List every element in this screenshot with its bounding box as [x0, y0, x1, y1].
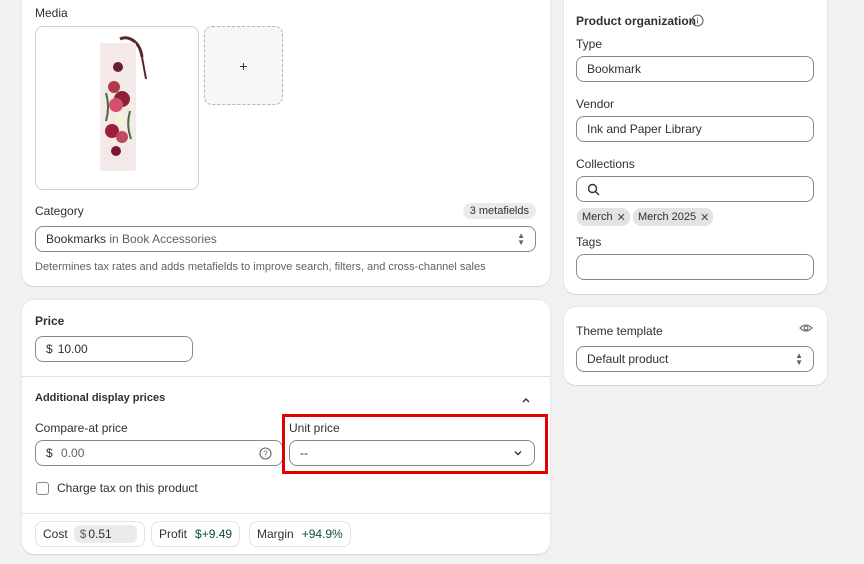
theme-template-value: Default product: [587, 352, 669, 366]
cost-input[interactable]: $0.51: [73, 525, 137, 543]
category-value: Bookmarks in Book Accessories: [46, 232, 217, 246]
collection-chip-label: Merch: [582, 211, 613, 223]
profit-value: $+9.49: [195, 527, 233, 541]
unit-price-value: --: [300, 446, 308, 460]
theme-template-card: Theme template Default product ▲ ▼: [564, 307, 827, 385]
cost-currency: $: [79, 527, 87, 541]
tags-label: Tags: [576, 235, 602, 249]
close-icon[interactable]: ✕: [617, 211, 626, 224]
collection-chip-merch-2025: Merch 2025 ✕: [633, 208, 714, 226]
additional-prices-heading: Additional display prices: [35, 392, 166, 404]
margin-value: +94.9%: [301, 527, 343, 541]
vendor-value: Ink and Paper Library: [587, 122, 702, 136]
media-heading: Media: [35, 6, 68, 20]
vendor-label: Vendor: [576, 97, 615, 111]
media-card: Media + Category 3 metafields Bookmarks …: [22, 0, 550, 286]
collection-chip-merch: Merch ✕: [577, 208, 630, 226]
charge-tax-checkbox[interactable]: [36, 482, 49, 495]
select-arrows-icon: ▲ ▼: [517, 231, 525, 247]
media-thumbnail[interactable]: [35, 26, 199, 190]
category-select[interactable]: Bookmarks in Book Accessories ▲ ▼: [35, 226, 536, 252]
compare-placeholder: 0.00: [61, 446, 85, 460]
theme-template-heading: Theme template: [576, 324, 663, 338]
price-currency: $: [46, 342, 53, 356]
category-value-suffix: in Book Accessories: [109, 232, 217, 246]
select-arrows-icon: ▲ ▼: [795, 351, 803, 367]
category-label: Category: [35, 204, 84, 218]
cost-field[interactable]: Cost $0.51: [35, 521, 145, 547]
category-help-text: Determines tax rates and adds metafields…: [35, 261, 486, 273]
collection-chip-label: Merch 2025: [638, 211, 697, 223]
chevron-up-icon[interactable]: [520, 394, 532, 406]
type-label: Type: [576, 37, 603, 51]
theme-template-select[interactable]: Default product ▲ ▼: [576, 346, 814, 372]
info-circle-icon[interactable]: [691, 14, 704, 27]
close-icon[interactable]: ✕: [700, 211, 709, 224]
product-organization-heading: Product organization: [576, 14, 696, 28]
price-input[interactable]: $ 10.00: [35, 336, 193, 362]
svg-text:?: ?: [263, 449, 268, 458]
type-value: Bookmark: [587, 62, 642, 76]
price-divider: [22, 376, 550, 377]
plus-icon: +: [239, 57, 248, 74]
unit-price-select[interactable]: --: [289, 440, 535, 466]
collections-search-input[interactable]: [576, 176, 814, 202]
question-circle-icon[interactable]: ?: [259, 446, 272, 460]
unit-price-label: Unit price: [289, 421, 340, 435]
compare-at-input[interactable]: $ 0.00 ?: [35, 440, 283, 466]
cost-value: 0.51: [88, 527, 112, 541]
collections-label: Collections: [576, 157, 635, 171]
price-value: 10.00: [57, 342, 88, 356]
cost-divider: [22, 513, 550, 514]
product-organization-card: Product organization Type Bookmark Vendo…: [564, 0, 827, 294]
eye-icon[interactable]: [799, 322, 813, 334]
chevron-down-icon: [512, 447, 524, 459]
vendor-input[interactable]: Ink and Paper Library: [576, 116, 814, 142]
tags-input[interactable]: [576, 254, 814, 280]
charge-tax-label: Charge tax on this product: [57, 481, 198, 495]
search-icon: [587, 183, 600, 196]
margin-label: Margin: [257, 527, 294, 541]
cost-label: Cost: [43, 527, 68, 541]
profit-stat: Profit $+9.49: [151, 521, 241, 547]
metafields-badge[interactable]: 3 metafields: [462, 203, 536, 219]
bookmark-image: [100, 36, 147, 171]
margin-stat: Margin +94.9%: [249, 521, 351, 547]
add-media-button[interactable]: +: [204, 26, 283, 105]
category-value-main: Bookmarks: [46, 232, 107, 246]
type-input[interactable]: Bookmark: [576, 56, 814, 82]
price-card: Price $ 10.00 Additional display prices …: [22, 300, 550, 554]
price-heading: Price: [35, 314, 65, 328]
compare-currency: $: [46, 446, 53, 460]
compare-at-label: Compare-at price: [35, 421, 128, 435]
profit-label: Profit: [159, 527, 188, 541]
